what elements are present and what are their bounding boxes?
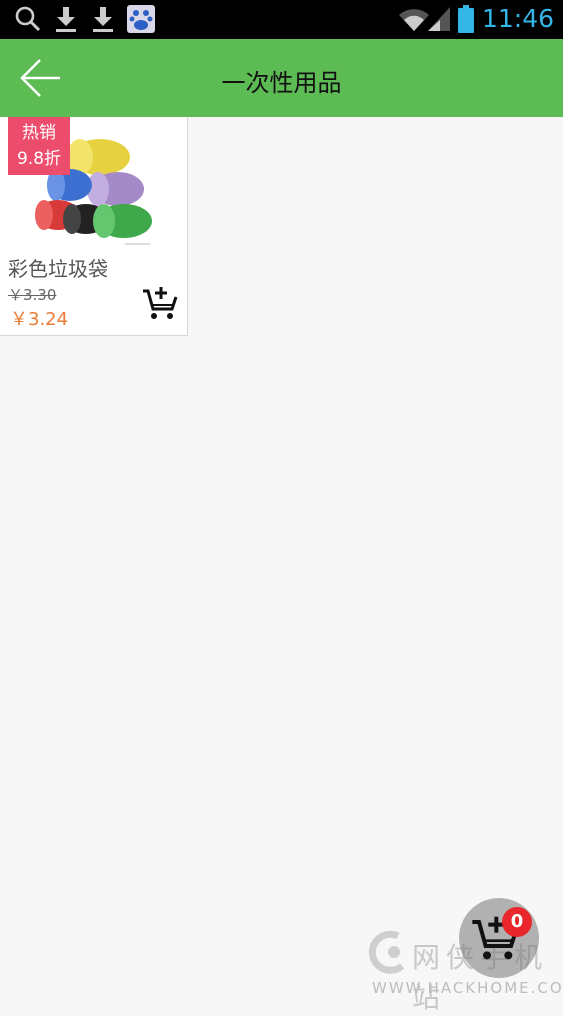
cart-count-badge: 0 — [502, 907, 532, 937]
badge-discount: 9.8折 — [16, 149, 62, 169]
signal-icon — [428, 7, 450, 31]
status-time: 11:46 — [481, 4, 554, 33]
add-to-cart-button[interactable] — [142, 285, 178, 321]
add-to-cart-icon — [143, 287, 178, 319]
discount-badge: 热销 9.8折 — [8, 117, 70, 175]
download-icon — [56, 7, 76, 32]
battery-icon — [458, 5, 474, 33]
search-icon — [15, 6, 41, 32]
product-grid: 热销 9.8折 彩色垃圾袋 ￥3.30 ￥3.24 网侠手机站 WWW.HACK… — [0, 117, 563, 1014]
status-bar: 11:46 — [0, 0, 563, 39]
sale-price: ￥3.24 — [10, 309, 69, 330]
original-price: ￥3.30 — [8, 286, 57, 304]
app-bar: 一次性用品 — [0, 39, 563, 117]
product-name: 彩色垃圾袋 — [8, 257, 108, 281]
floating-cart-button[interactable]: 0 — [459, 898, 539, 978]
product-card[interactable]: 热销 9.8折 彩色垃圾袋 ￥3.30 ￥3.24 — [0, 117, 188, 336]
wifi-icon — [399, 9, 429, 31]
hackhome-logo-icon — [368, 930, 405, 974]
baidu-icon — [127, 5, 155, 33]
page-title: 一次性用品 — [221, 69, 342, 97]
badge-label: 热销 — [22, 123, 56, 143]
download-icon — [93, 7, 113, 32]
watermark-url: WWW.HACKHOME.COM — [372, 979, 563, 997]
